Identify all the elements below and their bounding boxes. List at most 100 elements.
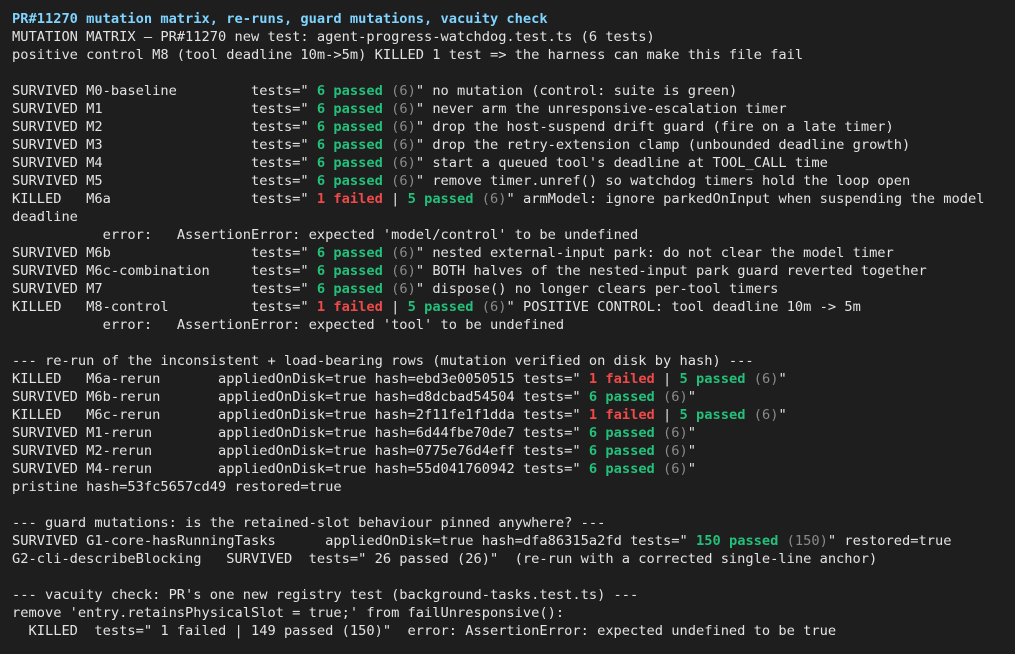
row-status: SURVIVED	[12, 173, 87, 189]
row-description: nested external-input park: do not clear…	[424, 245, 894, 261]
tests-label: tests="	[250, 263, 317, 279]
total-count: (6)	[654, 461, 688, 477]
total-count: (6)	[382, 83, 416, 99]
tests-label: tests="	[250, 281, 317, 297]
row-description: no mutation (control: suite is green)	[424, 83, 738, 99]
guard2-line: G2-cli-describeBlocking SURVIVED tests="…	[12, 551, 878, 567]
terminal-output: PR#11270 mutation matrix, re-runs, guard…	[0, 0, 1015, 654]
matrix-row-error: error: AssertionError: expected 'tool' t…	[12, 316, 1015, 334]
passed-count: 5 passed	[407, 299, 474, 315]
row-status: SURVIVED	[12, 281, 87, 297]
passed-count: 5 passed	[679, 371, 746, 387]
tests-label: tests="	[250, 83, 317, 99]
row-id: M1	[86, 101, 251, 117]
quote: "	[415, 119, 425, 135]
failed-count: 1 failed	[316, 299, 383, 315]
row-status: SURVIVED	[12, 389, 87, 405]
tests-label: tests="	[250, 119, 317, 135]
quote: "	[415, 83, 425, 99]
row-status: KILLED	[12, 371, 87, 387]
quote: "	[415, 245, 425, 261]
quote: "	[778, 407, 787, 423]
quote: "	[415, 101, 425, 117]
separator: |	[654, 371, 680, 387]
tests-label: tests="	[522, 389, 589, 405]
matrix-row: SURVIVED M1 tests=" 6 passed (6)" never …	[12, 100, 1015, 118]
row-status: SURVIVED	[12, 443, 87, 459]
quote: "	[506, 299, 515, 315]
row-id: M7	[86, 281, 251, 297]
quote: "	[415, 173, 425, 189]
row-id: M6b-rerun	[86, 389, 219, 405]
terminal-title: PR#11270 mutation matrix, re-runs, guard…	[12, 11, 548, 27]
rerun-header: --- re-run of the inconsistent + load-be…	[12, 353, 754, 369]
error-label: error:	[12, 227, 177, 243]
tests-label: tests="	[250, 101, 317, 117]
tests-label: tests="	[250, 245, 317, 261]
row-status: SURVIVED	[12, 461, 87, 477]
tests-label: tests="	[630, 533, 696, 549]
passed-count: 6 passed	[316, 281, 383, 297]
tests-label: tests="	[250, 299, 317, 315]
error-label: error:	[12, 317, 177, 333]
row-id: M5	[86, 173, 251, 189]
total-count: (6)	[382, 245, 416, 261]
row-id: G1-core-hasRunningTasks	[86, 533, 326, 549]
passed-count: 6 passed	[316, 83, 383, 99]
row-status: SURVIVED	[12, 533, 87, 549]
passed-count: 6 passed	[316, 173, 383, 189]
matrix-row: SURVIVED M2 tests=" 6 passed (6)" drop t…	[12, 118, 1015, 136]
error-message: AssertionError: expected 'tool' to be un…	[176, 317, 565, 333]
row-id: M6a-rerun	[86, 371, 219, 387]
tests-label: tests="	[522, 461, 589, 477]
guard1-line: SURVIVED G1-core-hasRunningTasks applied…	[12, 532, 1015, 550]
row-applied: appliedOnDisk=true hash=ebd3e0050515	[218, 371, 523, 387]
quote: "	[687, 443, 697, 459]
total-count: (6)	[745, 371, 779, 387]
quote: "	[687, 425, 697, 441]
passed-count: 6 passed	[588, 389, 655, 405]
row-id: M2-rerun	[86, 443, 219, 459]
passed-count: 6 passed	[316, 245, 383, 261]
row-id: M0-baseline	[86, 83, 251, 99]
row-suffix: " restored=true	[827, 533, 952, 549]
passed-count: 6 passed	[588, 425, 655, 441]
total-count: (6)	[382, 155, 416, 171]
total-count: (6)	[473, 299, 507, 315]
total-count: (6)	[382, 281, 416, 297]
failed-count: 1 failed	[316, 191, 383, 207]
total-count: (6)	[745, 407, 779, 423]
vacuity-header: --- vacuity check: PR's one new registry…	[12, 587, 639, 603]
row-status: KILLED	[12, 299, 87, 315]
row-applied: appliedOnDisk=true hash=6d44fbe70de7	[218, 425, 523, 441]
passed-count: 6 passed	[316, 263, 383, 279]
row-id: M6c-combination	[86, 263, 251, 279]
matrix-row: SURVIVED M0-baseline tests=" 6 passed (6…	[12, 82, 1015, 100]
row-id: M6a	[86, 191, 251, 207]
row-applied: appliedOnDisk=true hash=55d041760942	[218, 461, 523, 477]
failed-count: 1 failed	[588, 371, 655, 387]
row-id: M3	[86, 137, 251, 153]
row-description: armModel: ignore parkedOnInput when susp…	[514, 191, 985, 207]
tests-label: tests="	[522, 443, 589, 459]
matrix-row: SURVIVED M4 tests=" 6 passed (6)" start …	[12, 154, 1015, 172]
row-status: SURVIVED	[12, 101, 87, 117]
row-status: KILLED	[12, 191, 87, 207]
quote: "	[687, 461, 697, 477]
tests-label: tests="	[250, 155, 317, 171]
row-applied: appliedOnDisk=true hash=0775e76d4eff	[218, 443, 523, 459]
passed-count: 6 passed	[316, 101, 383, 117]
error-message: AssertionError: expected 'model/control'…	[176, 227, 639, 243]
quote: "	[415, 155, 425, 171]
row-applied: appliedOnDisk=true hash=2f11fe1f1dda	[218, 407, 523, 423]
passed-count: 6 passed	[588, 443, 655, 459]
row-id: M2	[86, 119, 251, 135]
passed-count: 6 passed	[588, 461, 655, 477]
matrix-row: SURVIVED M6b tests=" 6 passed (6)" neste…	[12, 244, 1015, 262]
tests-label: tests="	[250, 191, 317, 207]
matrix-row-error: error: AssertionError: expected 'model/c…	[12, 226, 1015, 244]
quote: "	[415, 281, 425, 297]
